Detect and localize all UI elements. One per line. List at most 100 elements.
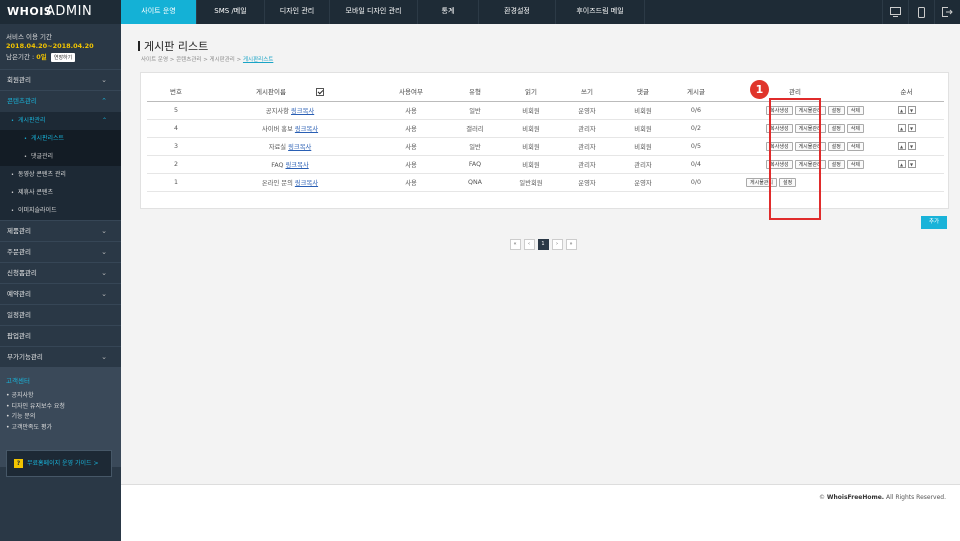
- sidebar-sub-comments[interactable]: • 댓글관리: [0, 148, 121, 166]
- cs-item-notice[interactable]: • 공지사항: [6, 391, 121, 402]
- tab-statistics[interactable]: 통계: [418, 0, 479, 24]
- cell-type: FAQ: [447, 155, 503, 174]
- cell-use: 사용: [375, 155, 447, 174]
- page-prev-button[interactable]: ‹: [523, 239, 535, 250]
- board-name: 공지사항: [265, 107, 289, 115]
- cell-use: 사용: [375, 137, 447, 156]
- tab-settings[interactable]: 환경설정: [479, 0, 556, 24]
- sidebar-item-reservations[interactable]: 예약관리 ⌄: [0, 283, 121, 304]
- service-label: 서비스 이용 기간: [6, 33, 52, 41]
- cell-order: ▲ ▼: [869, 119, 944, 138]
- delete-button[interactable]: 삭제: [846, 105, 864, 115]
- order-down-button[interactable]: ▼: [907, 160, 916, 168]
- page-1-button[interactable]: 1: [537, 239, 549, 250]
- chevron-up-icon: ⌃: [101, 117, 107, 124]
- extend-button[interactable]: 연장하기: [50, 53, 76, 62]
- cell-order: [869, 173, 944, 192]
- copy-link[interactable]: 링크복사: [286, 162, 309, 169]
- board-name: FAQ: [271, 161, 284, 169]
- col-comment: 댓글: [615, 82, 671, 102]
- add-button[interactable]: 추가: [921, 216, 947, 229]
- cell-read: 비회원: [503, 119, 559, 138]
- logo[interactable]: WHOIS ADMIN: [0, 0, 121, 24]
- tab-sms-mail[interactable]: SMS /메일: [197, 0, 265, 24]
- sidebar-item-members[interactable]: 회원관리 ⌄: [0, 69, 121, 90]
- order-down-button[interactable]: ▼: [907, 142, 916, 150]
- tab-whoisdream-mail[interactable]: 후이즈드림 메일: [556, 0, 645, 24]
- sidebar-sub-board[interactable]: • 게시판관리 ⌃: [0, 112, 121, 130]
- sidebar-item-contents[interactable]: 콘텐츠관리 ⌃: [0, 90, 121, 111]
- tab-site-operation[interactable]: 사이트 운영: [121, 0, 197, 24]
- order-down-button[interactable]: ▼: [907, 106, 916, 114]
- mobile-icon[interactable]: [908, 0, 934, 24]
- settings-button[interactable]: 설정: [827, 123, 845, 133]
- delete-button[interactable]: 삭제: [846, 141, 864, 151]
- sidebar-sub-video[interactable]: • 동영상 콘텐츠 관리: [0, 166, 121, 184]
- guide-button[interactable]: ? 무료홈페이지 운영 가이드 >: [6, 450, 112, 477]
- order-up-button[interactable]: ▲: [897, 106, 906, 114]
- monitor-icon[interactable]: [882, 0, 908, 24]
- settings-button[interactable]: 설정: [827, 159, 845, 169]
- cell-no: 1: [147, 173, 205, 192]
- settings-button[interactable]: 설정: [827, 141, 845, 151]
- copy-link[interactable]: 링크복사: [291, 108, 314, 115]
- guide-label: 무료홈페이지 운영 가이드 >: [27, 460, 99, 467]
- tab-mobile-design[interactable]: 모바일 디자인 관리: [330, 0, 418, 24]
- col-posts: 게시글: [671, 82, 721, 102]
- sidebar-item-addons[interactable]: 부가기능관리 ⌄: [0, 346, 121, 367]
- footer: © WhoisFreeHome. All Rights Reserved.: [121, 484, 960, 541]
- chevron-down-icon: ⌄: [101, 353, 107, 361]
- pagination: « ‹ 1 › »: [508, 239, 578, 250]
- dot-icon: •: [11, 118, 14, 124]
- logout-icon[interactable]: [934, 0, 960, 24]
- cs-item-label: 공지사항: [11, 392, 34, 399]
- copyright: © WhoisFreeHome. All Rights Reserved.: [819, 494, 946, 501]
- sub-label: 게시판관리: [17, 117, 46, 124]
- sidebar-item-popup[interactable]: 팝업관리: [0, 325, 121, 346]
- sidebar-item-products[interactable]: 제품관리 ⌄: [0, 220, 121, 241]
- col-use: 사용여부: [375, 82, 447, 102]
- cell-type: 갤러리: [447, 119, 503, 138]
- cell-comment: 비회원: [615, 119, 671, 138]
- sidebar-item-orders[interactable]: 주문관리 ⌄: [0, 241, 121, 262]
- cell-write: 관리자: [559, 155, 615, 174]
- settings-button[interactable]: 설정: [827, 105, 845, 115]
- order-up-button[interactable]: ▲: [897, 124, 906, 132]
- cell-read: 비회원: [503, 155, 559, 174]
- sidebar-item-forms[interactable]: 신청폼관리 ⌄: [0, 262, 121, 283]
- cs-item-inquiry[interactable]: • 기능 문의: [6, 412, 121, 423]
- sidebar-sub-slide[interactable]: • 이미지슬라이드: [0, 202, 121, 220]
- sub-label: 댓글관리: [30, 153, 54, 160]
- breadcrumb-current[interactable]: 게시판리스트: [243, 57, 273, 63]
- cell-posts: 0/4: [671, 155, 721, 174]
- cs-item-label: 디자인 유지보수 요청: [11, 402, 65, 410]
- cs-item-design-request[interactable]: • 디자인 유지보수 요청: [6, 402, 121, 413]
- copy-link[interactable]: 링크복사: [295, 126, 318, 133]
- cs-item-satisfaction[interactable]: • 고객만족도 평가: [6, 423, 121, 434]
- sidebar-sub-board-list[interactable]: • 게시판리스트: [0, 130, 121, 148]
- page-last-button[interactable]: »: [565, 239, 577, 250]
- order-up-button[interactable]: ▲: [897, 142, 906, 150]
- delete-button[interactable]: 삭제: [846, 123, 864, 133]
- menu-label: 팝업관리: [7, 332, 31, 340]
- page-first-button[interactable]: «: [509, 239, 521, 250]
- cell-no: 2: [147, 155, 205, 174]
- menu-label: 회원관리: [7, 76, 31, 84]
- order-up-button[interactable]: ▲: [897, 160, 906, 168]
- sidebar-item-schedule[interactable]: 일정관리: [0, 304, 121, 325]
- top-nav: 사이트 운영 SMS /메일 디자인 관리 모바일 디자인 관리 통계 환경설정…: [121, 0, 645, 24]
- select-all-checkbox[interactable]: [315, 88, 324, 97]
- delete-button[interactable]: 삭제: [846, 159, 864, 169]
- cell-write: 관리자: [559, 119, 615, 138]
- page-next-button[interactable]: ›: [551, 239, 563, 250]
- cell-posts: 0/2: [671, 119, 721, 138]
- table-header-row: 번호 게시판이름 사용여부 유형 읽기 쓰기 댓글 게시글 관리 순서: [147, 82, 944, 102]
- cell-posts: 0/6: [671, 101, 721, 120]
- sidebar-sub-partner[interactable]: • 제휴사 콘텐츠: [0, 184, 121, 202]
- tab-design[interactable]: 디자인 관리: [265, 0, 330, 24]
- order-down-button[interactable]: ▼: [907, 124, 916, 132]
- copy-link[interactable]: 링크복사: [295, 180, 318, 187]
- chevron-down-icon: ⌄: [101, 248, 107, 256]
- cell-no: 5: [147, 101, 205, 120]
- copy-link[interactable]: 링크복사: [288, 144, 311, 151]
